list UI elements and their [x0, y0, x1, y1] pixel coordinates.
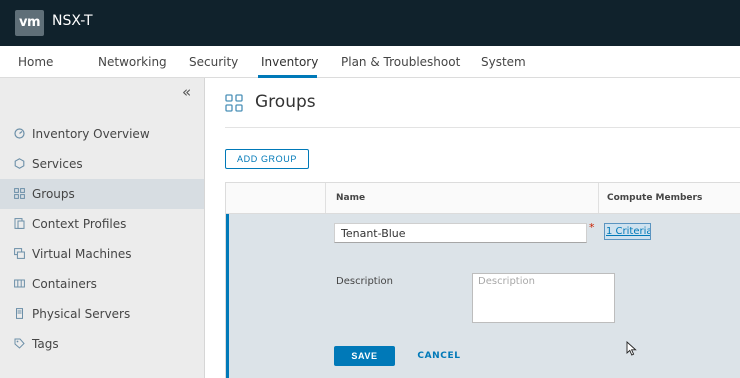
criteria-link[interactable]: 1 Criteria — [604, 223, 651, 240]
sidebar-item-services[interactable]: Services — [0, 149, 204, 179]
tab-networking[interactable]: Networking — [98, 55, 167, 69]
vm-icon — [14, 248, 25, 259]
page-title: Groups — [255, 92, 316, 112]
top-header: vm NSX-T — [0, 0, 740, 46]
sidebar-item-label: Containers — [32, 277, 97, 291]
tab-inventory[interactable]: Inventory — [261, 55, 318, 69]
sidebar-item-label: Context Profiles — [32, 217, 127, 231]
tab-home[interactable]: Home — [18, 55, 53, 69]
cancel-button[interactable]: CANCEL — [413, 346, 465, 366]
groups-icon — [225, 94, 243, 112]
server-icon — [14, 308, 25, 319]
column-header-name[interactable]: Name — [336, 193, 365, 203]
sidebar-item-label: Physical Servers — [32, 307, 131, 321]
save-button[interactable]: SAVE — [334, 346, 395, 366]
description-field[interactable] — [472, 273, 615, 323]
services-icon — [14, 158, 25, 169]
groups-table: Name Compute Members * 1 Criteria Descri… — [225, 182, 740, 378]
dashboard-icon — [14, 128, 25, 139]
sidebar-item-virtual-machines[interactable]: Virtual Machines — [0, 239, 204, 269]
tab-plan-troubleshoot[interactable]: Plan & Troubleshoot — [341, 55, 460, 69]
sidebar-item-groups[interactable]: Groups — [0, 179, 204, 209]
table-header: Name Compute Members — [226, 183, 740, 214]
tab-security[interactable]: Security — [189, 55, 238, 69]
divider — [225, 127, 740, 128]
tab-system[interactable]: System — [481, 55, 526, 69]
sidebar-item-context-profiles[interactable]: Context Profiles — [0, 209, 204, 239]
app-title: NSX-T — [52, 13, 93, 29]
mouse-cursor-icon — [626, 341, 637, 356]
sidebar-item-inventory-overview[interactable]: Inventory Overview — [0, 119, 204, 149]
sidebar-item-tags[interactable]: Tags — [0, 329, 204, 359]
column-divider — [598, 183, 599, 213]
column-divider — [325, 183, 326, 213]
sidebar-item-label: Inventory Overview — [32, 127, 150, 141]
sidebar-item-physical-servers[interactable]: Physical Servers — [0, 299, 204, 329]
containers-icon — [14, 278, 25, 289]
table-row-edit: * 1 Criteria Description SAVE CANCEL — [226, 214, 740, 378]
main-nav: Home Networking Security Inventory Plan … — [0, 46, 740, 78]
sidebar-item-containers[interactable]: Containers — [0, 269, 204, 299]
vmware-logo[interactable]: vm — [15, 10, 44, 36]
main-content: Groups ADD GROUP Name Compute Members * … — [205, 78, 740, 378]
sidebar-item-label: Tags — [32, 337, 59, 351]
description-label: Description — [336, 276, 393, 287]
column-header-compute-members[interactable]: Compute Members — [607, 193, 702, 203]
tag-icon — [14, 338, 25, 349]
sidebar: « Inventory Overview Services Groups Con… — [0, 78, 205, 378]
double-chevron-left-icon[interactable]: « — [182, 83, 191, 101]
sidebar-item-label: Groups — [32, 187, 75, 201]
sidebar-item-label: Virtual Machines — [32, 247, 132, 261]
groups-icon — [14, 188, 25, 199]
add-group-button[interactable]: ADD GROUP — [225, 149, 309, 169]
group-name-input[interactable] — [334, 223, 587, 243]
sidebar-item-label: Services — [32, 157, 83, 171]
context-profile-icon — [14, 218, 25, 229]
required-marker: * — [589, 221, 595, 234]
